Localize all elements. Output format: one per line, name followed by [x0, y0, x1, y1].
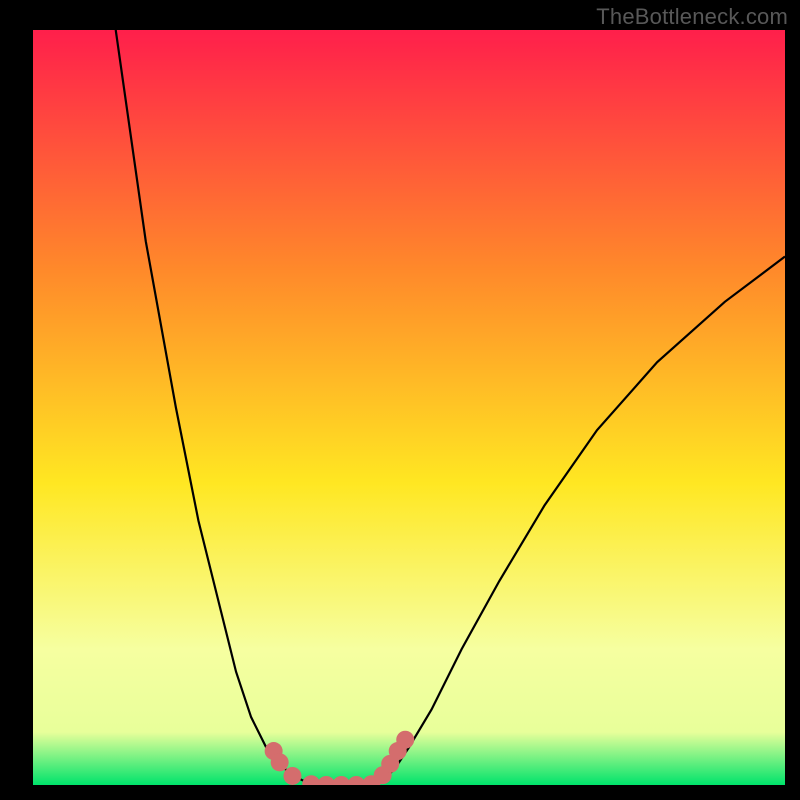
chart-frame: TheBottleneck.com [0, 0, 800, 800]
bottleneck-curve-chart [0, 0, 800, 800]
watermark-text: TheBottleneck.com [596, 4, 788, 30]
data-marker [283, 767, 301, 785]
data-marker [396, 731, 414, 749]
data-marker [271, 753, 289, 771]
gradient-background [33, 30, 785, 785]
